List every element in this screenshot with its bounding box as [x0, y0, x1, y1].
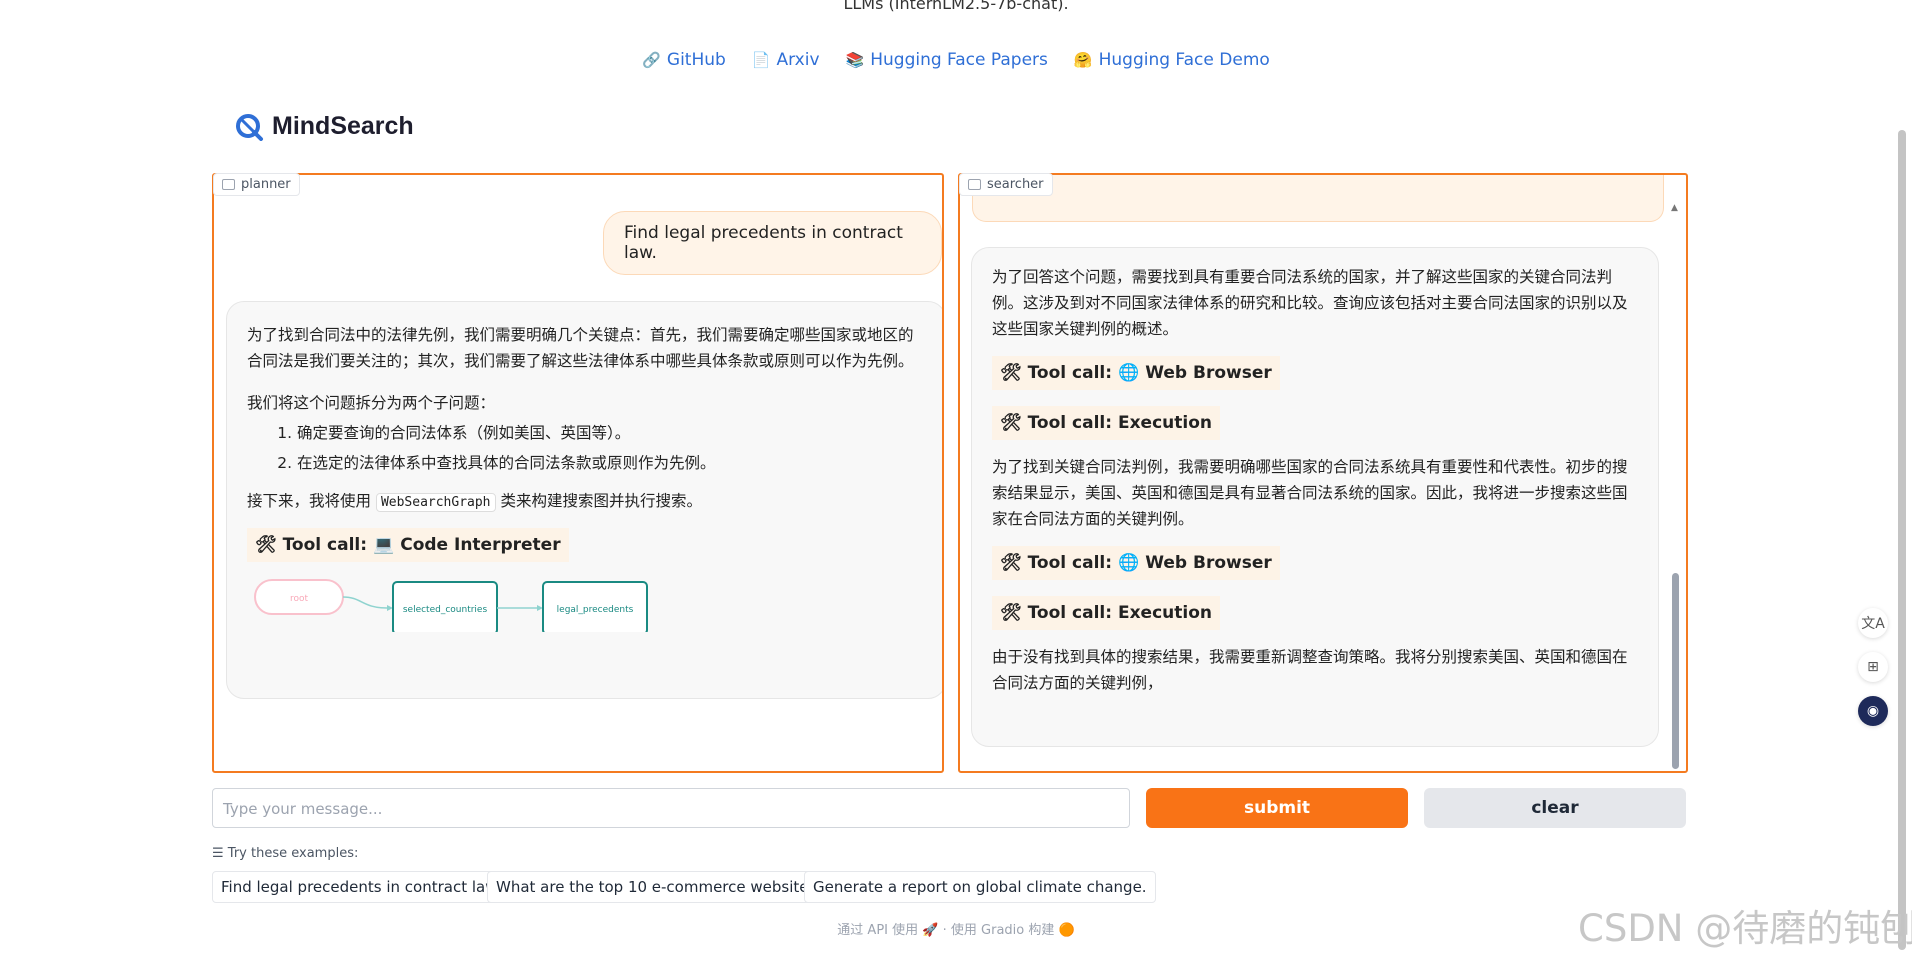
mindsearch-logo-icon: [236, 114, 263, 141]
user-message: Find legal precedents in contract law.: [603, 211, 942, 275]
gradio-logo-icon: 🟠: [1058, 923, 1075, 938]
reply-paragraph: 为了找到关键合同法判例，我需要明确哪些国家的合同法系统具有重要性和代表性。初步的…: [992, 458, 1628, 528]
graph-node-label: legal_precedents: [557, 605, 634, 615]
searcher-tag: searcher: [959, 173, 1053, 196]
reply-paragraph: 为了找到合同法中的法律先例，我们需要明确几个关键点：首先，我们需要确定哪些国家或…: [247, 326, 914, 370]
github-link[interactable]: 🔗 GitHub: [642, 50, 726, 70]
clear-button[interactable]: clear: [1424, 788, 1686, 828]
tool-call-badge: 🛠 Tool call: Execution: [992, 406, 1220, 440]
subquestion-list: 确定要查询的合同法体系（例如美国、英国等）。 在选定的法律体系中查找具体的合同法…: [247, 420, 925, 476]
header-description: LLMs (InternLM2.5-7b-chat).: [843, 0, 1069, 13]
scrollbar-thumb[interactable]: [1672, 573, 1679, 769]
example-button[interactable]: Find legal precedents in contract law.: [212, 871, 510, 903]
planner-tag: planner: [213, 173, 300, 196]
reply-paragraph: 为了回答这个问题，需要找到具有重要合同法系统的国家，并了解这些国家的关键合同法判…: [992, 268, 1628, 338]
examples-label: ☰ Try these examples:: [212, 846, 359, 861]
example-button[interactable]: What are the top 10 e-commerce websites?: [487, 871, 834, 903]
example-button[interactable]: Generate a report on global climate chan…: [804, 871, 1156, 903]
arxiv-link[interactable]: 📄 Arxiv: [752, 50, 820, 70]
brand: MindSearch: [234, 111, 414, 141]
tool-call-badge: 🛠 Tool call: 🌐 Web Browser: [992, 546, 1280, 580]
link-icon: 🔗: [642, 51, 661, 69]
graph-node-label: root: [290, 594, 309, 604]
books-icon: 📚: [845, 51, 865, 69]
planner-reply: 为了找到合同法中的法律先例，我们需要明确几个关键点：首先，我们需要确定哪些国家或…: [226, 301, 942, 699]
assistant-bot-icon[interactable]: ◉: [1858, 696, 1888, 726]
translate-icon[interactable]: 文A: [1858, 608, 1888, 638]
user-message-text: Find legal precedents in contract law.: [624, 223, 903, 263]
scrollbar[interactable]: ▲ ▼: [1668, 203, 1682, 769]
api-link[interactable]: 通过 API 使用: [837, 923, 918, 938]
graph-edge: [342, 596, 388, 609]
page-scrollbar-thumb[interactable]: [1898, 130, 1906, 950]
list-item: 确定要查询的合同法体系（例如美国、英国等）。: [297, 420, 925, 446]
message-input[interactable]: Type your message...: [212, 788, 1130, 828]
document-icon: 📄: [751, 51, 771, 69]
searcher-panel: 为了回答这个问题，需要找到具有重要合同法系统的国家，并了解这些国家的关键合同法判…: [958, 173, 1688, 773]
hf-demo-link[interactable]: 🤗 Hugging Face Demo: [1074, 50, 1270, 70]
tools-icon: 🛠: [1000, 603, 1022, 623]
reply-paragraph: 我们将这个问题拆分为两个子问题：: [247, 394, 496, 412]
reply-paragraph: 由于没有找到具体的搜索结果，我需要重新调整查询策略。我将分别搜索美国、英国和德国…: [992, 648, 1628, 692]
submit-button[interactable]: submit: [1146, 788, 1408, 828]
graph-node-label: selected_countries: [403, 605, 488, 615]
chat-icon: [222, 179, 235, 190]
tools-icon: 🛠: [1000, 413, 1022, 433]
hf-papers-link[interactable]: 📚 Hugging Face Papers: [846, 50, 1048, 70]
header-links: 🔗 GitHub 📄 Arxiv 📚 Hugging Face Papers 🤗 Hug…: [0, 50, 1912, 70]
apps-grid-icon[interactable]: ⊞: [1858, 652, 1888, 682]
tool-call-badge: 🛠 Tool call: 💻 Code Interpreter: [247, 528, 569, 562]
computer-icon: 💻: [373, 535, 395, 555]
search-graph: root selected_countries legal_precedents: [254, 579, 648, 632]
tools-icon: 🛠: [1000, 553, 1022, 573]
brand-name: MindSearch: [272, 111, 414, 140]
tools-icon: 🛠: [1000, 363, 1022, 383]
globe-icon: 🌐: [1118, 363, 1140, 383]
scroll-up-icon[interactable]: ▲: [1671, 203, 1678, 213]
chat-icon: [968, 179, 981, 190]
tool-call-badge: 🛠 Tool call: 🌐 Web Browser: [992, 356, 1280, 390]
watermark: CSDN @待磨的钝刨: [1578, 907, 1912, 950]
tools-icon: 🛠: [255, 535, 277, 555]
gradio-link[interactable]: 使用 Gradio 构建: [951, 923, 1054, 938]
code-snippet: WebSearchGraph: [375, 493, 496, 512]
globe-icon: 🌐: [1118, 553, 1140, 573]
hugging-face-icon: 🤗: [1073, 51, 1093, 69]
previous-message: [972, 175, 1664, 222]
searcher-reply: 为了回答这个问题，需要找到具有重要合同法系统的国家，并了解这些国家的关键合同法判…: [971, 247, 1659, 747]
list-icon: ☰: [212, 846, 224, 861]
tool-call-badge: 🛠 Tool call: Execution: [992, 596, 1220, 630]
list-item: 在选定的法律体系中查找具体的合同法条款或原则作为先例。: [297, 450, 925, 476]
reply-paragraph: 接下来，我将使用 WebSearchGraph 类来构建搜索图并执行搜索。: [247, 492, 702, 512]
planner-panel: Find legal precedents in contract law. 为…: [212, 173, 944, 773]
rocket-icon: 🚀: [922, 923, 939, 938]
